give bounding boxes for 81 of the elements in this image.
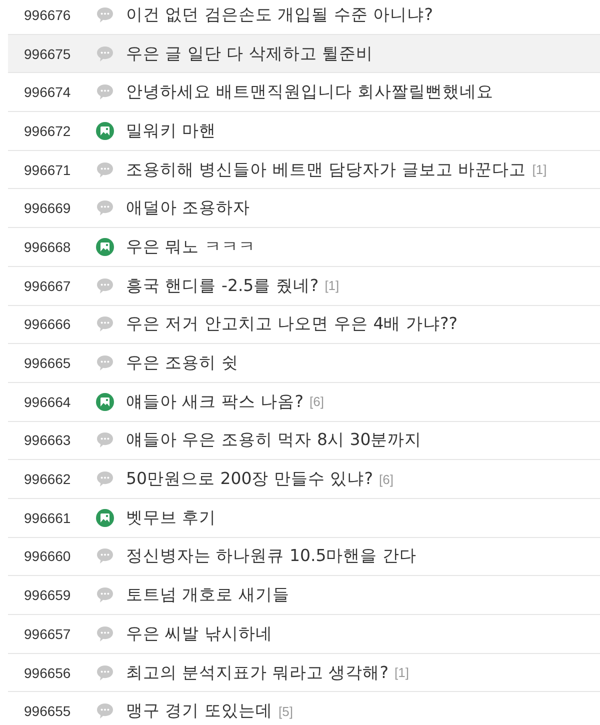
speech-bubble-icon bbox=[96, 276, 114, 295]
image-icon bbox=[96, 392, 114, 411]
post-title[interactable]: 얘들아 우은 조용히 먹자 8시 30분까지 bbox=[126, 429, 422, 452]
speech-bubble-icon bbox=[96, 6, 114, 24]
post-number: 996672 bbox=[23, 122, 72, 139]
speech-bubble-icon bbox=[96, 44, 114, 63]
post-row[interactable]: 996659 토트넘 개호로 새기들 bbox=[8, 576, 600, 615]
post-row[interactable]: 996657 우은 씨발 낚시하네 bbox=[8, 615, 600, 654]
speech-bubble-icon bbox=[96, 354, 114, 372]
image-icon bbox=[96, 508, 114, 527]
post-title[interactable]: 최고의 분석지표가 뭐라고 생각해? bbox=[126, 662, 388, 684]
post-title[interactable]: 우은 씨발 낚시하네 bbox=[126, 622, 272, 645]
post-row[interactable]: 996671 조용히해 병신들아 베트맨 담당자가 글보고 바꾼다고 [1] bbox=[8, 150, 600, 190]
image-icon bbox=[96, 122, 114, 140]
post-row[interactable]: 996669 애덜아 조용하자 bbox=[8, 189, 600, 228]
post-number: 996664 bbox=[23, 394, 72, 410]
post-row[interactable]: 996666 우은 저거 안고치고 나오면 우은 4배 가냐?? bbox=[8, 306, 600, 344]
speech-bubble-icon bbox=[96, 83, 114, 102]
speech-bubble-icon bbox=[96, 431, 114, 450]
post-title[interactable]: 밀워키 마핸 bbox=[126, 120, 216, 142]
post-title[interactable]: 벳무브 후기 bbox=[126, 506, 216, 529]
speech-bubble-icon bbox=[96, 624, 114, 643]
post-title[interactable]: 애덜아 조용하자 bbox=[126, 197, 250, 220]
post-row[interactable]: 996674 안녕하세요 배트맨직원입니다 회사짤릴뻔했네요 bbox=[8, 73, 600, 112]
speech-bubble-icon bbox=[96, 664, 114, 682]
post-number: 996665 bbox=[23, 355, 72, 372]
post-number: 996660 bbox=[23, 548, 72, 564]
post-number: 996675 bbox=[23, 46, 72, 62]
post-row[interactable]: 996672 밀워키 마핸 bbox=[8, 112, 600, 151]
post-number: 996659 bbox=[23, 587, 72, 604]
speech-bubble-icon bbox=[96, 470, 114, 488]
post-number: 996656 bbox=[23, 664, 72, 681]
post-row[interactable]: 996662 50만원으로 200장 만들수 있냐? [6] bbox=[8, 460, 600, 499]
post-number: 996669 bbox=[23, 200, 72, 216]
post-title[interactable]: 우은 글 일단 다 삭제하고 튈준비 bbox=[126, 42, 374, 65]
post-title[interactable]: 얘들아 새크 팍스 나옴? bbox=[126, 390, 304, 413]
post-row[interactable]: 996675 우은 글 일단 다 삭제하고 튈준비 bbox=[8, 34, 600, 74]
speech-bubble-icon bbox=[96, 160, 114, 179]
comment-count: [1] bbox=[394, 665, 409, 680]
post-title[interactable]: 50만원으로 200장 만들수 있냐? bbox=[126, 468, 373, 490]
post-title[interactable]: 토트넘 개호로 새기들 bbox=[126, 584, 290, 606]
post-number: 996655 bbox=[23, 703, 72, 720]
post-number: 996666 bbox=[23, 316, 72, 332]
post-title[interactable]: 우은 뭐노 ㅋㅋㅋ bbox=[126, 236, 256, 258]
post-number: 996674 bbox=[23, 84, 72, 100]
speech-bubble-icon bbox=[96, 586, 114, 604]
post-title[interactable]: 안녕하세요 배트맨직원입니다 회사짤릴뻔했네요 bbox=[126, 81, 494, 104]
comment-count: [5] bbox=[278, 704, 293, 719]
comment-count: [6] bbox=[310, 394, 324, 410]
post-row[interactable]: 996667 흥국 핸디를 -2.5를 줬네? [1] bbox=[8, 266, 600, 306]
post-row[interactable]: 996664 얘들아 새크 팍스 나옴? [6] bbox=[8, 382, 600, 422]
post-row[interactable]: 996663 얘들아 우은 조용히 먹자 8시 30분까지 bbox=[8, 422, 600, 460]
post-number: 996663 bbox=[23, 432, 72, 448]
post-number: 996657 bbox=[23, 626, 72, 642]
comment-count: [1] bbox=[324, 278, 340, 294]
speech-bubble-icon bbox=[96, 315, 114, 334]
post-number: 996667 bbox=[23, 278, 72, 294]
post-number: 996668 bbox=[23, 238, 72, 255]
post-number: 996662 bbox=[23, 471, 72, 488]
speech-bubble-icon bbox=[96, 702, 114, 720]
post-title[interactable]: 조용히해 병신들아 베트맨 담당자가 글보고 바꾼다고 bbox=[126, 158, 526, 181]
speech-bubble-icon bbox=[96, 547, 114, 566]
post-number: 996676 bbox=[23, 6, 72, 23]
post-title[interactable]: 정신병자는 하나원큐 10.5마핸을 간다 bbox=[126, 545, 416, 568]
post-title[interactable]: 우은 저거 안고치고 나오면 우은 4배 가냐?? bbox=[126, 313, 458, 336]
speech-bubble-icon bbox=[96, 199, 114, 218]
post-row[interactable]: 996655 맹구 경기 또있는데 [5] bbox=[8, 692, 600, 725]
post-number: 996671 bbox=[23, 162, 72, 178]
image-icon bbox=[96, 238, 114, 256]
comment-count: [6] bbox=[378, 472, 394, 487]
post-row[interactable]: 996656 최고의 분석지표가 뭐라고 생각해? [1] bbox=[8, 654, 600, 692]
post-number: 996661 bbox=[23, 510, 72, 526]
post-title[interactable]: 맹구 경기 또있는데 bbox=[126, 700, 272, 722]
comment-count: [1] bbox=[532, 162, 547, 178]
post-title[interactable]: 흥국 핸디를 -2.5를 줬네? bbox=[126, 274, 319, 297]
post-row[interactable]: 996665 우은 조용히 쉿 bbox=[8, 344, 600, 383]
post-row[interactable]: 996668 우은 뭐노 ㅋㅋㅋ bbox=[8, 228, 600, 267]
post-title[interactable]: 이건 없던 검은손도 개입될 수준 아니냐? bbox=[126, 4, 433, 26]
post-row[interactable]: 996661 벳무브 후기 bbox=[8, 498, 600, 538]
post-title[interactable]: 우은 조용히 쉿 bbox=[126, 352, 238, 374]
post-row[interactable]: 996660 정신병자는 하나원큐 10.5마핸을 간다 bbox=[8, 538, 600, 576]
